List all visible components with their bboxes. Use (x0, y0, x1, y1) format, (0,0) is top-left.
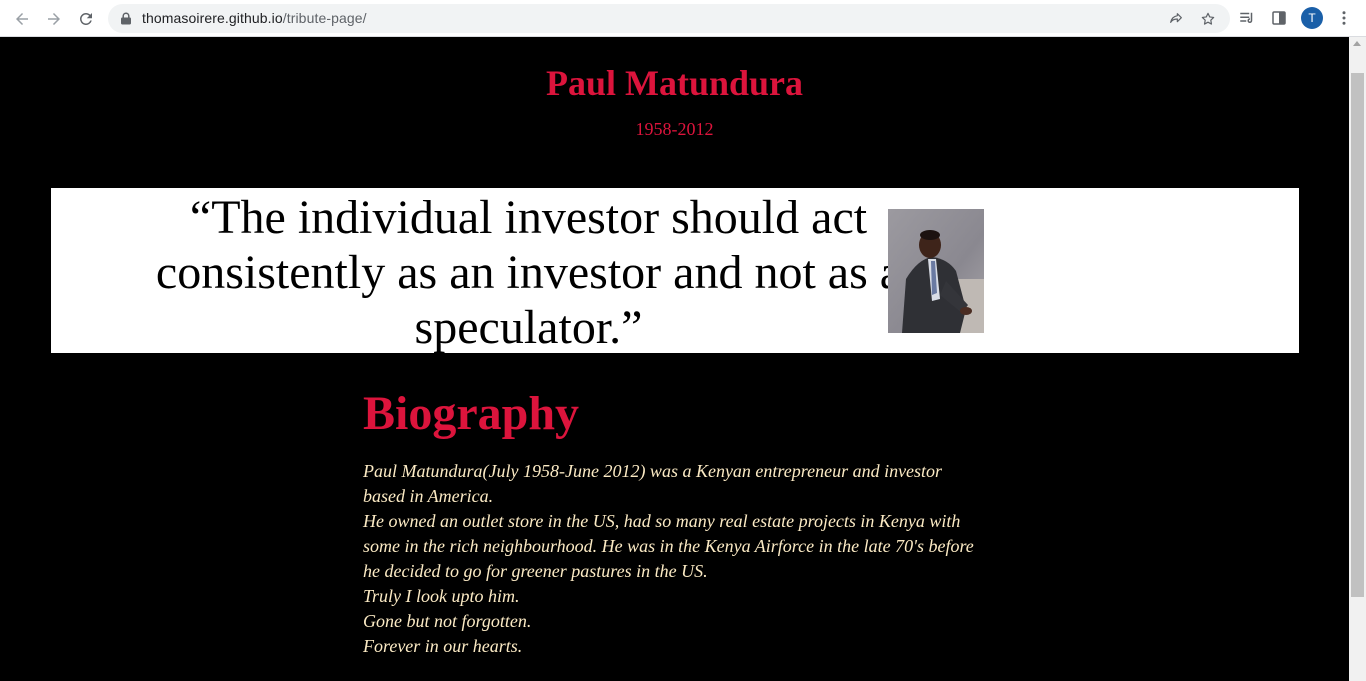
reload-icon (79, 12, 92, 25)
share-button[interactable] (1166, 9, 1186, 29)
biography-line: Gone but not forgotten. (363, 611, 532, 631)
bookmark-star-button[interactable] (1198, 9, 1218, 29)
url-path: /tribute-page/ (282, 10, 367, 26)
side-panel-button[interactable] (1268, 7, 1290, 29)
url-text[interactable]: thomasoirere.github.io/tribute-page/ (142, 10, 367, 26)
biography-text: Paul Matundura(July 1958-June 2012) was … (363, 459, 983, 659)
biography-line: Truly I look upto him. (363, 586, 520, 606)
biography-line: He owned an outlet store in the US, had … (363, 511, 974, 581)
side-panel-icon (1272, 11, 1286, 25)
quote-section: “The individual investor should act cons… (51, 188, 1299, 354)
back-arrow-icon (16, 13, 28, 25)
scrollbar-thumb[interactable] (1351, 73, 1364, 597)
biography-heading: Biography (363, 387, 580, 440)
profile-avatar[interactable]: T (1301, 7, 1323, 29)
media-queue-icon (1240, 12, 1253, 23)
menu-icon (1342, 11, 1346, 25)
browser-menu-button[interactable] (1333, 7, 1355, 29)
back-button[interactable] (9, 6, 35, 32)
portrait-photo (888, 209, 984, 333)
browser-toolbar: thomasoirere.github.io/tribute-page/ T (0, 0, 1366, 37)
biography-line: Forever in our hearts. (363, 636, 523, 656)
scroll-up-arrow-icon[interactable] (1353, 41, 1361, 46)
life-dates: 1958-2012 (635, 119, 714, 139)
page-title: Paul Matundura (545, 63, 804, 103)
reload-button[interactable] (73, 6, 99, 32)
media-queue-button[interactable] (1236, 7, 1258, 29)
forward-arrow-icon (48, 13, 60, 25)
url-host: thomasoirere.github.io (142, 10, 283, 26)
forward-button[interactable] (41, 6, 67, 32)
quote-text: “The individual investor should act cons… (155, 191, 902, 354)
share-icon (1170, 13, 1182, 23)
lock-icon (121, 12, 131, 25)
address-bar[interactable]: thomasoirere.github.io/tribute-page/ (108, 4, 1230, 33)
biography-line: Paul Matundura(July 1958-June 2012) was … (363, 461, 943, 506)
star-icon (1201, 12, 1215, 25)
